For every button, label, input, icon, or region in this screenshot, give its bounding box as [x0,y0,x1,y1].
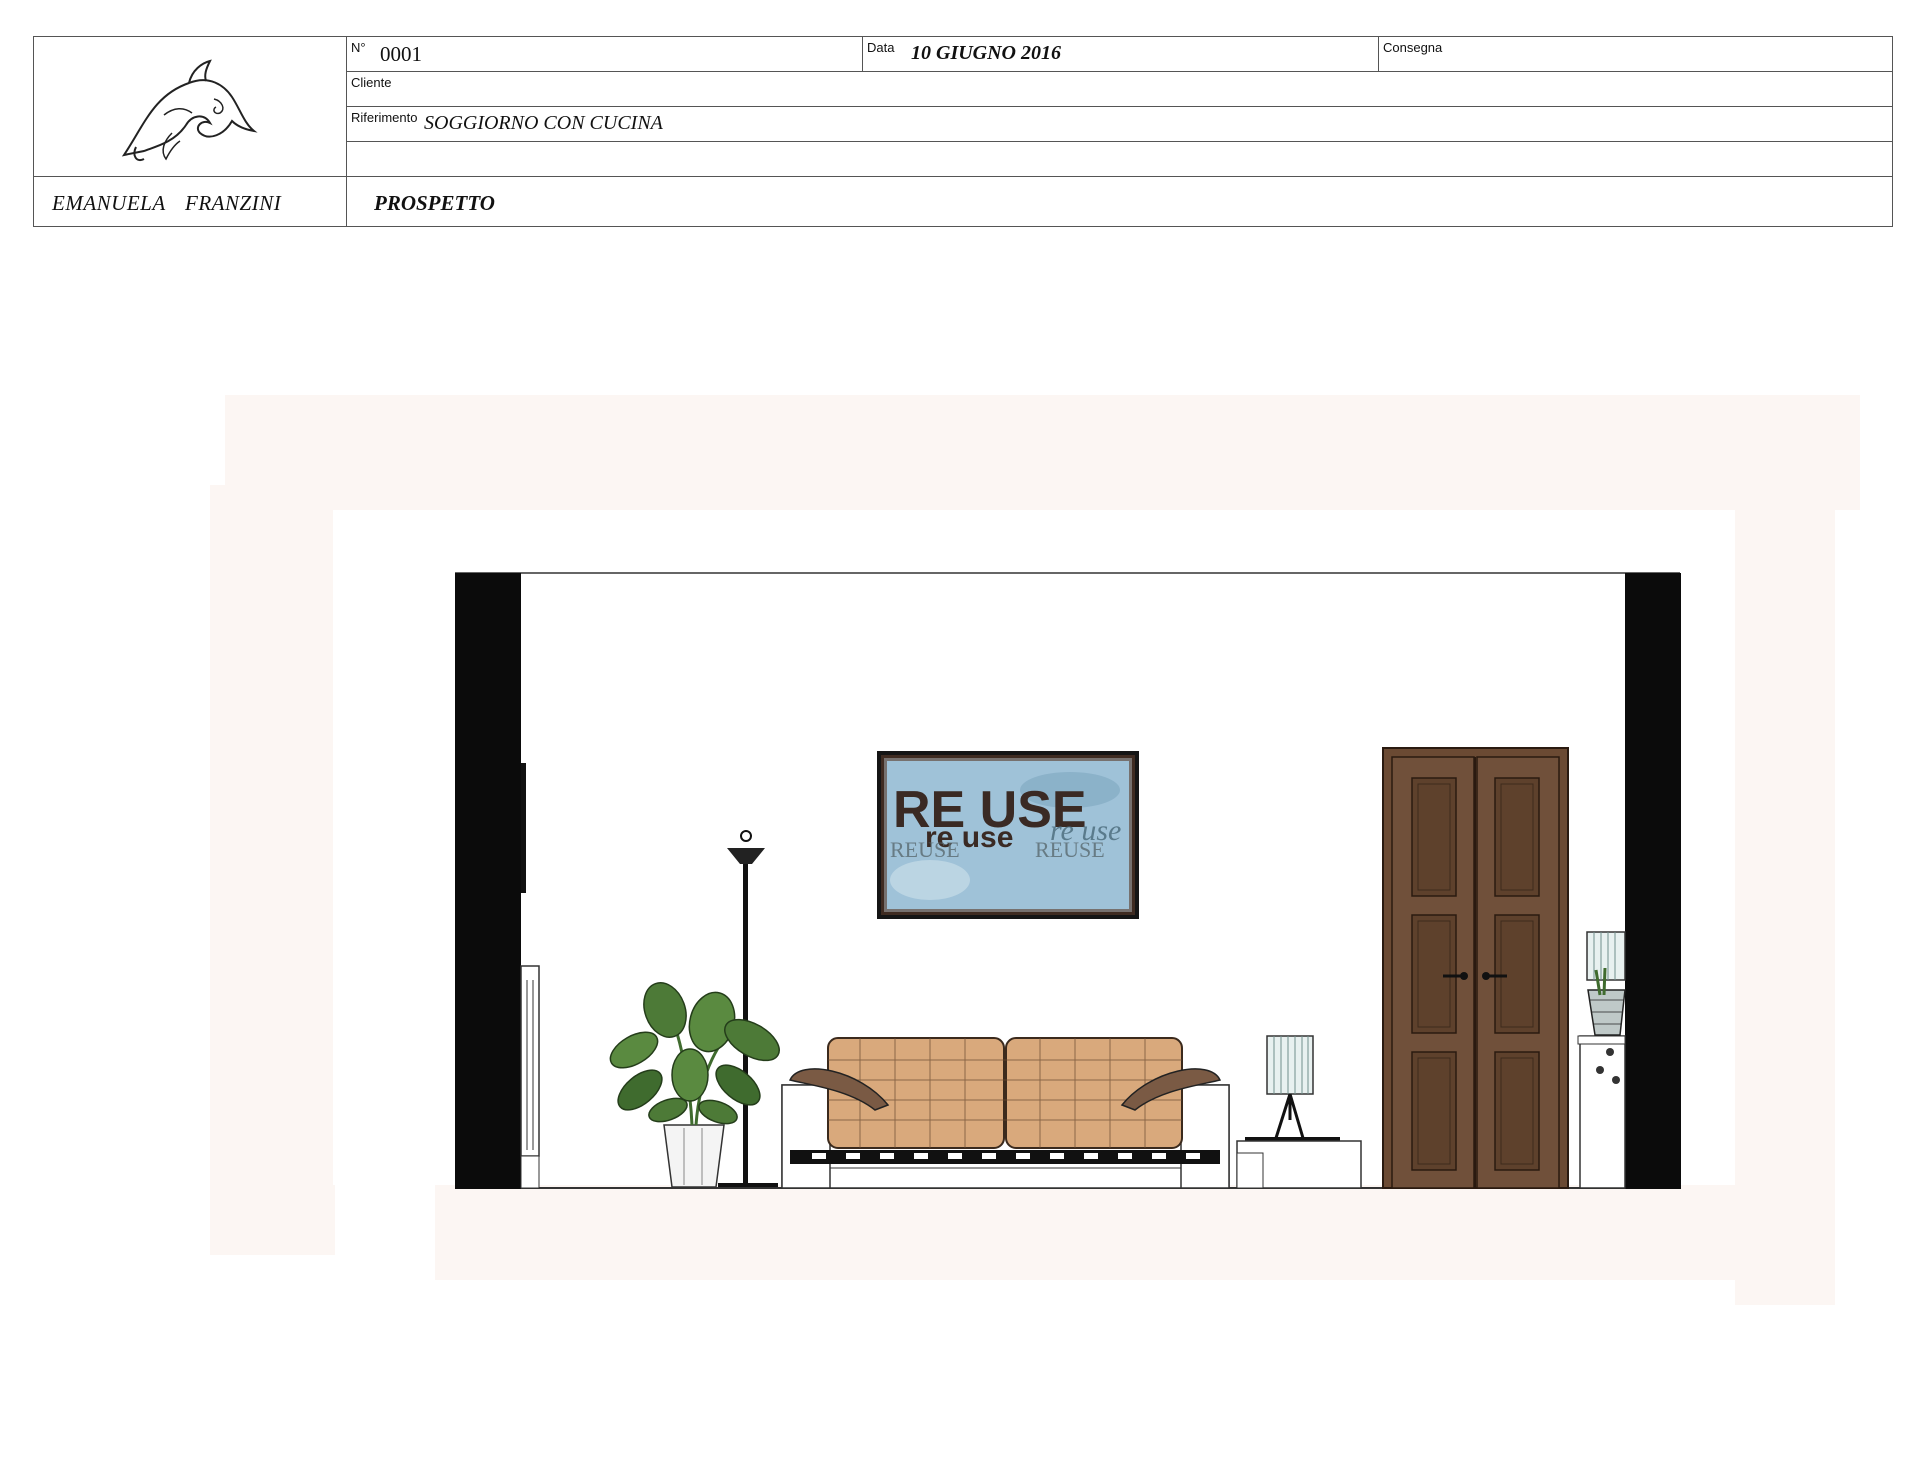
art-text-small-left: REUSE [890,837,960,862]
art-text-small-right: REUSE [1035,837,1105,862]
elevation-drawing: RE USE re use re use REUSE REUSE [210,395,1860,1305]
background-glow-right [1735,465,1835,1305]
background-glow-top [225,395,1860,510]
background-glow-bottom [435,1185,1835,1280]
left-wall-section [455,573,521,1189]
left-wall-edge [521,763,526,893]
double-door [1382,747,1569,1189]
radiator [520,965,540,1189]
sofa [781,1037,1230,1189]
background-glow-left [210,485,335,1255]
wall-artwork: RE USE re use re use REUSE REUSE [877,751,1139,919]
right-wall-section [1625,573,1681,1189]
